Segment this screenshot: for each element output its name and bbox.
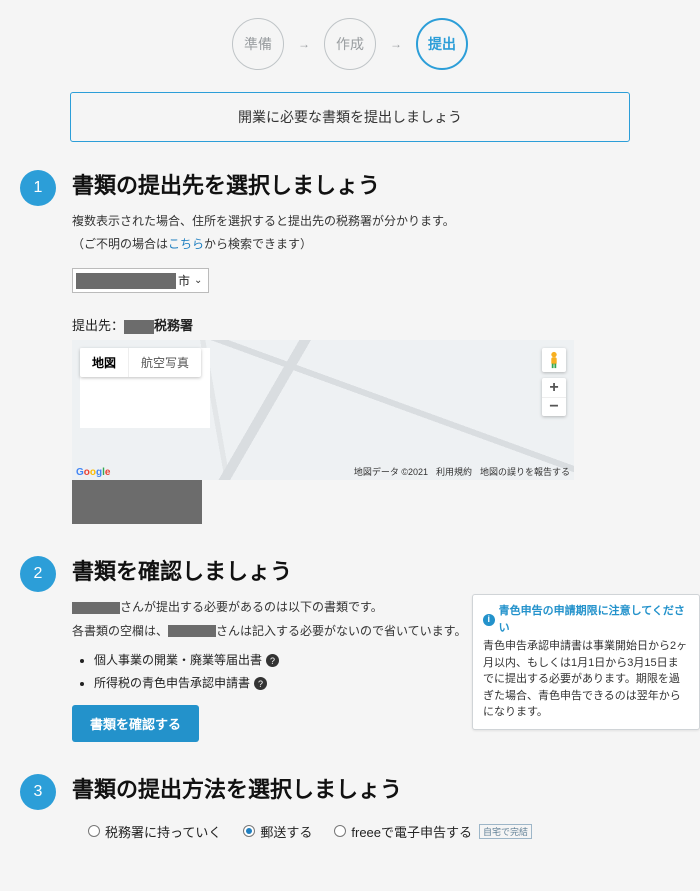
google-logo: Google	[76, 467, 110, 478]
zoom-out-button[interactable]: −	[542, 397, 566, 417]
section1-desc2: （ご不明の場合はこちらから検索できます）	[72, 235, 680, 254]
radio-label: 税務署に持っていく	[105, 822, 221, 841]
zoom-in-button[interactable]: +	[542, 378, 566, 397]
callout-body: 青色申告承認申請書は事業開始日から2ヶ月以内、もしくは1月1日から3月15日まで…	[483, 638, 689, 721]
map-type-tabs: 地図 航空写真	[80, 348, 201, 377]
text: から検索できます）	[204, 237, 312, 251]
map-footer: 地図データ ©2021 利用規約 地図の誤りを報告する	[354, 465, 570, 478]
radio-icon	[243, 825, 255, 837]
section1-title: 書類の提出先を選択しましょう	[72, 168, 680, 200]
step-label: 提出	[428, 34, 456, 54]
map-attribution: 地図データ ©2021	[354, 465, 428, 478]
radio-option-efile[interactable]: freeeで電子申告する 自宅で完結	[334, 822, 532, 841]
search-link[interactable]: こちら	[168, 237, 204, 251]
dest-label: 提出先：	[72, 318, 124, 333]
stepper: 準備 → 作成 → 提出	[20, 0, 680, 92]
section-number-1: 1	[20, 170, 56, 206]
section3-title: 書類の提出方法を選択しましょう	[72, 772, 680, 804]
map-tab-map[interactable]: 地図	[80, 348, 129, 377]
section1-desc1: 複数表示された場合、住所を選択すると提出先の税務署が分かります。	[72, 212, 680, 231]
blue-return-callout: i 青色申告の申請期限に注意してください 青色申告承認申請書は事業開始日から2ヶ…	[472, 594, 700, 730]
masked-name	[72, 602, 120, 614]
instruction-banner: 開業に必要な書類を提出しましょう	[70, 92, 630, 142]
submission-method-radios: 税務署に持っていく 郵送する freeeで電子申告する 自宅で完結	[72, 822, 680, 841]
radio-option-mail[interactable]: 郵送する	[243, 822, 312, 841]
banner-text: 開業に必要な書類を提出しましょう	[238, 109, 462, 125]
confirm-documents-button[interactable]: 書類を確認する	[72, 705, 199, 742]
map-terms-link[interactable]: 利用規約	[436, 465, 472, 478]
dest-suffix: 税務署	[154, 318, 193, 333]
step-submit: 提出	[416, 18, 468, 70]
chevron-right-icon: →	[298, 37, 310, 51]
section-number-2: 2	[20, 556, 56, 592]
select-suffix: 市	[178, 272, 190, 289]
pegman-icon	[547, 351, 561, 369]
masked-name	[168, 625, 216, 637]
callout-title-text: 青色申告の申請期限に注意してください	[499, 603, 689, 636]
pegman-button[interactable]	[542, 348, 566, 372]
destination-line: 提出先： 税務署	[72, 315, 680, 334]
step-prepare: 準備	[232, 18, 284, 70]
text: さんは記入する必要がないので省いています。	[216, 624, 466, 638]
doc-label: 所得税の青色申告承認申請書	[94, 676, 250, 690]
map-report-link[interactable]: 地図の誤りを報告する	[480, 465, 570, 478]
chevron-right-icon: →	[390, 37, 402, 51]
radio-icon	[334, 825, 346, 837]
chevron-down-icon: ⌄	[194, 275, 202, 286]
radio-label: freeeで電子申告する	[351, 822, 472, 841]
callout-title: i 青色申告の申請期限に注意してください	[483, 603, 689, 636]
text: さんが提出する必要があるのは以下の書類です。	[120, 600, 383, 614]
help-icon[interactable]: ?	[266, 654, 279, 667]
address-select[interactable]: 市 ⌄	[72, 268, 209, 293]
at-home-badge: 自宅で完結	[479, 824, 532, 839]
radio-option-bring[interactable]: 税務署に持っていく	[88, 822, 221, 841]
text: （ご不明の場合は	[72, 237, 168, 251]
info-icon: i	[483, 614, 495, 626]
masked-block	[72, 480, 202, 524]
help-icon[interactable]: ?	[254, 677, 267, 690]
radio-icon	[88, 825, 100, 837]
step-label: 作成	[336, 34, 364, 54]
section-number-3: 3	[20, 774, 56, 810]
zoom-controls: + −	[542, 378, 566, 416]
section2-title: 書類を確認しましょう	[72, 554, 680, 586]
masked-address	[76, 273, 176, 289]
radio-label: 郵送する	[260, 822, 312, 841]
step-label: 準備	[244, 34, 272, 54]
masked-office-name	[124, 320, 154, 334]
map[interactable]: 地図 航空写真 + − Google 地図データ ©2021 利用規約	[72, 340, 574, 480]
doc-label: 個人事業の開業・廃業等届出書	[94, 653, 262, 667]
text: 各書類の空欄は、	[72, 624, 168, 638]
step-create: 作成	[324, 18, 376, 70]
map-tab-satellite[interactable]: 航空写真	[129, 348, 201, 377]
